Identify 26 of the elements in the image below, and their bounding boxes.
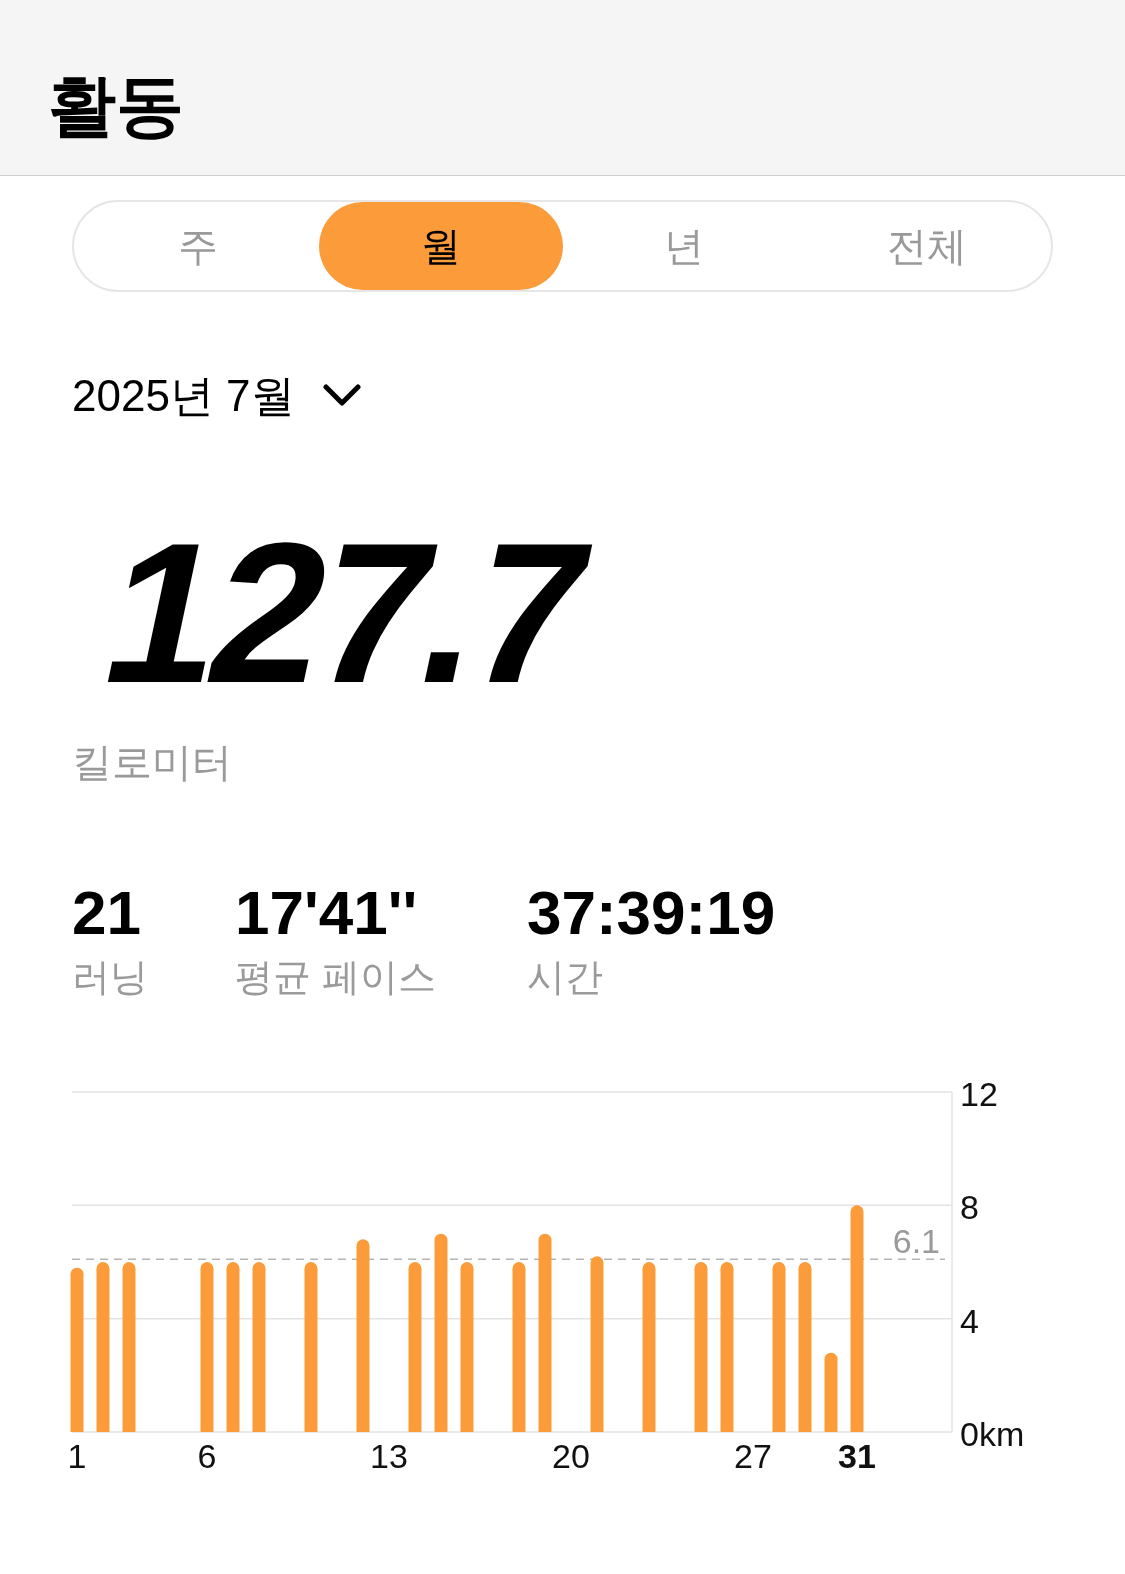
page-title: 활동 (48, 71, 184, 139)
axis-label: 6 (197, 1437, 217, 1475)
axis-label: 1 (67, 1437, 87, 1475)
stat-value: 37:39:19 (527, 882, 777, 944)
axis-label: 0km (960, 1415, 1025, 1453)
axis-label: 31 (838, 1437, 876, 1475)
axis-label: 12 (960, 1075, 998, 1113)
period-label[interactable]: 2025년 7월 (72, 374, 295, 418)
stat-label: 평균 페이스 (235, 958, 437, 996)
stat-label: 러닝 (72, 958, 149, 996)
axis-label: 13 (370, 1437, 408, 1475)
axis-label: 20 (552, 1437, 590, 1475)
axis-label: 8 (960, 1188, 979, 1227)
tab[interactable]: 전체 (805, 202, 1049, 290)
chevron-down-icon[interactable] (322, 384, 361, 408)
axis-label: 27 (734, 1437, 772, 1475)
axis-label: 4 (960, 1301, 979, 1340)
average-value: 6.1 (892, 1222, 940, 1261)
distance-unit: 킬로미터 (72, 742, 233, 782)
stat-value: 17'41'' (235, 882, 419, 944)
tab[interactable]: 년 (562, 202, 806, 290)
tab[interactable]: 월 (319, 202, 563, 290)
tab[interactable]: 주 (76, 202, 320, 290)
total-distance: 127.7 (91, 528, 599, 698)
stat-label: 시간 (527, 958, 604, 996)
stat-value: 21 (72, 882, 142, 944)
